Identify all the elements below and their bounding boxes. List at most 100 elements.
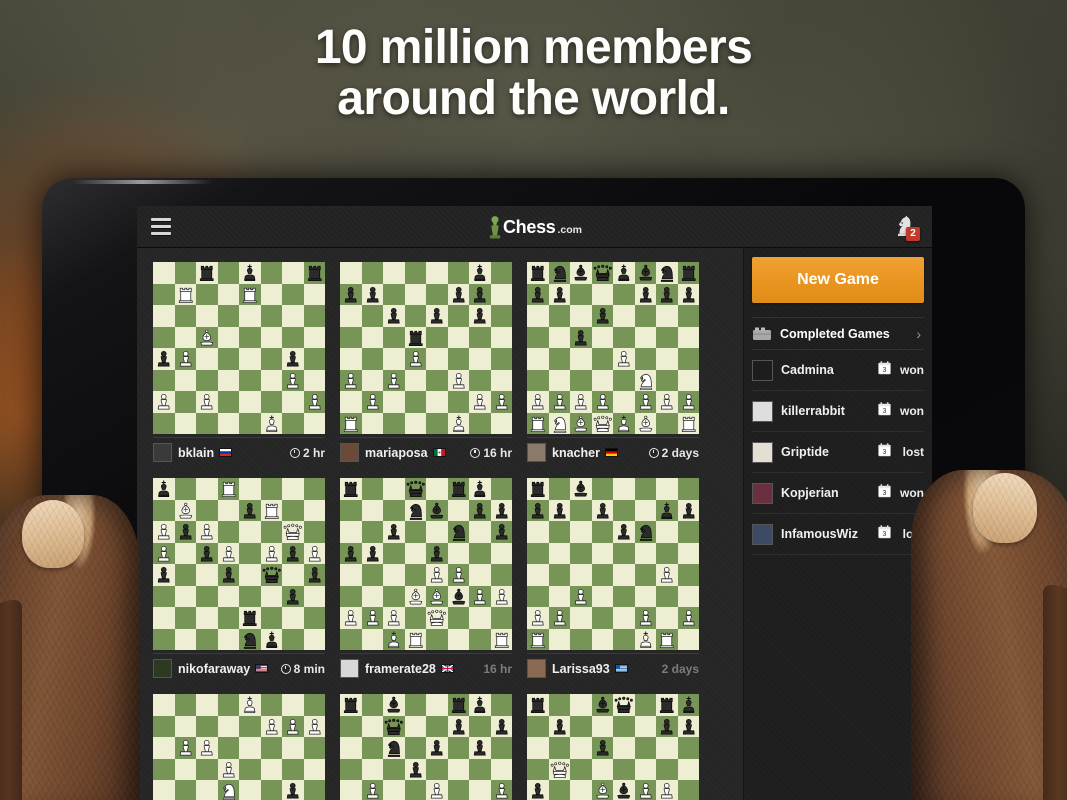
board-square[interactable] bbox=[153, 305, 175, 327]
chess-piece[interactable] bbox=[592, 694, 614, 716]
board-square[interactable] bbox=[175, 262, 197, 284]
board-square[interactable] bbox=[469, 327, 491, 349]
board-square[interactable] bbox=[405, 305, 427, 327]
chess-piece[interactable] bbox=[678, 284, 700, 306]
chess-piece[interactable] bbox=[613, 521, 635, 543]
chess-piece[interactable] bbox=[175, 500, 197, 522]
board-square[interactable] bbox=[261, 737, 283, 759]
board-square[interactable] bbox=[340, 737, 362, 759]
board-square[interactable] bbox=[175, 543, 197, 565]
board-square[interactable] bbox=[570, 780, 592, 800]
chess-piece[interactable] bbox=[656, 391, 678, 413]
board-square[interactable] bbox=[362, 305, 384, 327]
board-square[interactable] bbox=[448, 500, 470, 522]
board-square[interactable] bbox=[469, 564, 491, 586]
board-square[interactable] bbox=[218, 370, 240, 392]
chess-piece[interactable] bbox=[261, 413, 283, 435]
chess-piece[interactable] bbox=[592, 262, 614, 284]
board-square[interactable] bbox=[282, 413, 304, 435]
board-square[interactable] bbox=[570, 521, 592, 543]
board-square[interactable] bbox=[570, 759, 592, 781]
chess-piece[interactable] bbox=[362, 284, 384, 306]
board-square[interactable] bbox=[405, 521, 427, 543]
completed-game-row[interactable]: InfamousWiz3lost bbox=[752, 514, 924, 555]
board-square[interactable] bbox=[383, 413, 405, 435]
board-square[interactable] bbox=[405, 370, 427, 392]
board-square[interactable] bbox=[239, 413, 261, 435]
board-square[interactable] bbox=[383, 348, 405, 370]
chess-piece[interactable] bbox=[469, 305, 491, 327]
board-square[interactable] bbox=[239, 305, 261, 327]
board-square[interactable] bbox=[491, 262, 513, 284]
board-square[interactable] bbox=[678, 629, 700, 651]
board-square[interactable] bbox=[304, 500, 326, 522]
board-square[interactable] bbox=[239, 391, 261, 413]
chess-piece[interactable] bbox=[426, 586, 448, 608]
chess-piece[interactable] bbox=[405, 586, 427, 608]
board-square[interactable] bbox=[383, 262, 405, 284]
board-square[interactable] bbox=[491, 543, 513, 565]
chess-piece[interactable] bbox=[340, 543, 362, 565]
board-square[interactable] bbox=[405, 413, 427, 435]
chess-piece[interactable] bbox=[196, 327, 218, 349]
chess-piece[interactable] bbox=[383, 607, 405, 629]
board-square[interactable] bbox=[592, 370, 614, 392]
board-square[interactable] bbox=[491, 284, 513, 306]
board-square[interactable] bbox=[527, 737, 549, 759]
chess-piece[interactable] bbox=[340, 478, 362, 500]
board-square[interactable] bbox=[469, 521, 491, 543]
board-square[interactable] bbox=[635, 543, 657, 565]
chess-piece[interactable] bbox=[340, 607, 362, 629]
board-square[interactable] bbox=[678, 759, 700, 781]
chess-piece[interactable] bbox=[175, 348, 197, 370]
board-square[interactable] bbox=[549, 521, 571, 543]
chess-piece[interactable] bbox=[448, 564, 470, 586]
board-square[interactable] bbox=[196, 694, 218, 716]
chess-piece[interactable] bbox=[448, 716, 470, 738]
chess-piece[interactable] bbox=[527, 478, 549, 500]
board-square[interactable] bbox=[218, 305, 240, 327]
chess-piece[interactable] bbox=[383, 716, 405, 738]
chess-piece[interactable] bbox=[469, 478, 491, 500]
chess-piece[interactable] bbox=[153, 478, 175, 500]
board-square[interactable] bbox=[362, 478, 384, 500]
board-square[interactable] bbox=[282, 327, 304, 349]
board-square[interactable] bbox=[570, 370, 592, 392]
chess-piece[interactable] bbox=[426, 780, 448, 800]
board-square[interactable] bbox=[175, 413, 197, 435]
board-square[interactable] bbox=[196, 759, 218, 781]
board-square[interactable] bbox=[613, 759, 635, 781]
chess-piece[interactable] bbox=[570, 478, 592, 500]
chess-piece[interactable] bbox=[153, 564, 175, 586]
board-square[interactable] bbox=[426, 370, 448, 392]
board-square[interactable] bbox=[196, 284, 218, 306]
board-square[interactable] bbox=[383, 478, 405, 500]
board-square[interactable] bbox=[282, 737, 304, 759]
chess-piece[interactable] bbox=[196, 262, 218, 284]
board-square[interactable] bbox=[304, 348, 326, 370]
board-square[interactable] bbox=[340, 500, 362, 522]
board-square[interactable] bbox=[218, 607, 240, 629]
chess-piece[interactable] bbox=[527, 413, 549, 435]
board-square[interactable] bbox=[613, 391, 635, 413]
chess-piece[interactable] bbox=[304, 543, 326, 565]
board-square[interactable] bbox=[426, 478, 448, 500]
chess-piece[interactable] bbox=[656, 780, 678, 800]
chess-piece[interactable] bbox=[613, 780, 635, 800]
board-square[interactable] bbox=[592, 716, 614, 738]
board-square[interactable] bbox=[527, 521, 549, 543]
completed-game-row[interactable]: Griptide3lost bbox=[752, 432, 924, 473]
completed-game-row[interactable]: Kopjerian3won bbox=[752, 473, 924, 514]
board-square[interactable] bbox=[491, 413, 513, 435]
chess-piece[interactable] bbox=[613, 413, 635, 435]
board-square[interactable] bbox=[678, 370, 700, 392]
board-square[interactable] bbox=[153, 607, 175, 629]
board-square[interactable] bbox=[678, 521, 700, 543]
chess-piece[interactable] bbox=[175, 737, 197, 759]
board-square[interactable] bbox=[196, 500, 218, 522]
board-square[interactable] bbox=[218, 413, 240, 435]
chess-piece[interactable] bbox=[218, 564, 240, 586]
board-square[interactable] bbox=[656, 370, 678, 392]
board-square[interactable] bbox=[261, 780, 283, 800]
board-square[interactable] bbox=[362, 629, 384, 651]
